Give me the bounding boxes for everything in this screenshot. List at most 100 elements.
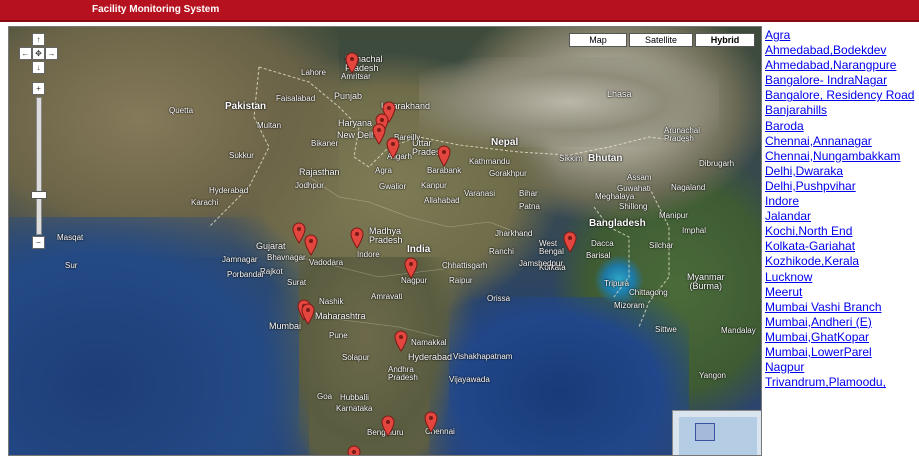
map-label-city: Vishakhapatnam	[453, 352, 513, 361]
location-link[interactable]: Kozhikode,Kerala	[765, 254, 917, 269]
location-link[interactable]: Baroda	[765, 119, 917, 134]
map-label-city: Ranchi	[489, 247, 514, 256]
map-label-city: Indore	[357, 250, 380, 259]
location-marker[interactable]	[345, 52, 359, 74]
map-label-city: Imphal	[682, 226, 707, 235]
map-label-city: Gwalior	[379, 182, 407, 191]
pan-center-button[interactable]: ✥	[32, 47, 45, 60]
location-marker[interactable]	[394, 330, 408, 352]
app-header-bar: Facility Monitoring System	[0, 0, 919, 22]
location-link[interactable]: Indore	[765, 194, 917, 209]
location-marker[interactable]	[386, 137, 400, 159]
map-label-state: Bihar	[519, 189, 538, 198]
map-label-state: Maharashtra	[315, 311, 366, 321]
location-marker[interactable]	[437, 145, 451, 167]
map-label-city: Faisalabad	[276, 94, 316, 103]
zoom-slider-thumb[interactable]	[31, 191, 47, 199]
map-view[interactable]: Pakistan India Nepal Bhutan Bangladesh M…	[8, 26, 762, 456]
location-link[interactable]: Agra	[765, 28, 917, 43]
location-link[interactable]: Banjarahills	[765, 103, 917, 118]
overview-map[interactable]	[672, 410, 761, 455]
location-link[interactable]: Mumbai Vashi Branch	[765, 300, 917, 315]
location-link[interactable]: Kolkata-Gariahat	[765, 239, 917, 254]
map-label-city: Lahore	[301, 68, 326, 77]
location-link[interactable]: Chennai,Annanagar	[765, 134, 917, 149]
location-marker[interactable]	[404, 257, 418, 279]
overview-map-view	[679, 417, 757, 455]
map-label-city: Nashik	[319, 297, 344, 306]
map-label-state: Rajasthan	[299, 167, 340, 177]
location-link[interactable]: Ahmedabad,Narangpure	[765, 58, 917, 73]
location-link[interactable]: Mumbai,GhatKopar	[765, 330, 917, 345]
pan-down-button[interactable]: ↓	[32, 61, 45, 74]
map-label-city: Vijayawada	[449, 375, 490, 384]
location-marker[interactable]	[301, 303, 315, 325]
map-label-city: Mumbai	[269, 321, 302, 331]
map-label-state: Sikkim	[559, 154, 583, 163]
location-link[interactable]: Bangalore, Residency Road	[765, 88, 917, 103]
location-marker[interactable]	[381, 415, 395, 437]
location-marker[interactable]	[350, 227, 364, 249]
location-marker[interactable]	[372, 123, 386, 145]
map-label-city: Porbandar	[227, 270, 265, 279]
zoom-slider-track[interactable]	[36, 97, 42, 235]
map-label-city: Jamshedpur	[519, 259, 564, 268]
map-label-city: Hyderabad	[408, 352, 453, 362]
map-type-satellite-button[interactable]: Satellite	[629, 33, 693, 47]
map-label-country: India	[407, 244, 431, 255]
pan-left-button[interactable]: ←	[19, 47, 32, 60]
pan-up-button[interactable]: ↑	[32, 33, 45, 46]
map-label-state: Assam	[627, 173, 652, 182]
location-link[interactable]: Kochi,North End	[765, 224, 917, 239]
location-link[interactable]: Mumbai,Andheri (E)	[765, 315, 917, 330]
zoom-in-button[interactable]: +	[32, 82, 45, 95]
map-label-city: Bikaner	[311, 139, 339, 148]
map-label-city: Jamnagar	[222, 255, 258, 264]
overview-viewport-box[interactable]	[695, 423, 715, 441]
map-label-city: Agra	[375, 166, 392, 175]
pan-right-button[interactable]: →	[45, 47, 58, 60]
map-label-state: Andhra Pradesh	[388, 365, 418, 382]
location-link[interactable]: Ahmedabad,Bodekdev	[765, 43, 917, 58]
map-type-hybrid-button[interactable]: Hybrid	[695, 33, 755, 47]
location-link[interactable]: Lucknow	[765, 270, 917, 285]
map-label-city: Varanasi	[464, 189, 495, 198]
map-label-country: Bangladesh	[589, 218, 646, 229]
location-marker[interactable]	[563, 231, 577, 253]
map-label-city: Kathmandu	[469, 157, 510, 166]
map-label-city: Barisal	[586, 251, 611, 260]
location-link[interactable]: Nagpur	[765, 360, 917, 375]
map-label-city: Namakkal	[411, 338, 447, 347]
map-label-city: Hyderabad	[209, 186, 249, 195]
location-marker[interactable]	[347, 445, 361, 455]
map-label-state: West Bengal	[539, 239, 564, 256]
map-type-controls: Map Satellite Hybrid	[569, 33, 755, 47]
map-label-city: Amravati	[371, 292, 403, 301]
location-link[interactable]: Bangalore- IndraNagar	[765, 73, 917, 88]
map-label-country: Myanmar (Burma)	[687, 272, 725, 291]
app-title: Facility Monitoring System	[92, 4, 220, 15]
map-label-state: Manipur	[659, 211, 688, 220]
map-label-state: Gujarat	[256, 241, 286, 251]
map-label-city: Surat	[287, 278, 307, 287]
map-label-state: Karnataka	[336, 404, 373, 413]
map-label-country: Pakistan	[225, 101, 267, 112]
map-type-map-button[interactable]: Map	[569, 33, 627, 47]
location-marker[interactable]	[424, 411, 438, 433]
location-link[interactable]: Trivandrum,Plamoodu,	[765, 375, 917, 390]
map-label-city: Vadodara	[309, 258, 344, 267]
location-link[interactable]: Chennai,Nungambakkam	[765, 149, 917, 164]
map-label-city: Pune	[329, 331, 348, 340]
location-link[interactable]: Delhi,Dwaraka	[765, 164, 917, 179]
location-marker[interactable]	[304, 234, 318, 256]
map-label-state: Goa	[317, 392, 333, 401]
location-link[interactable]: Meerut	[765, 285, 917, 300]
map-label-city: Kanpur	[421, 181, 447, 190]
map-label-city: Allahabad	[424, 196, 460, 205]
location-link[interactable]: Jalandar	[765, 209, 917, 224]
map-label-city: Dacca	[591, 239, 614, 248]
location-link[interactable]: Delhi,Pushpvihar	[765, 179, 917, 194]
map-label-city: Guwahati	[617, 184, 651, 193]
zoom-out-button[interactable]: −	[32, 236, 45, 249]
location-link[interactable]: Mumbai,LowerParel	[765, 345, 917, 360]
